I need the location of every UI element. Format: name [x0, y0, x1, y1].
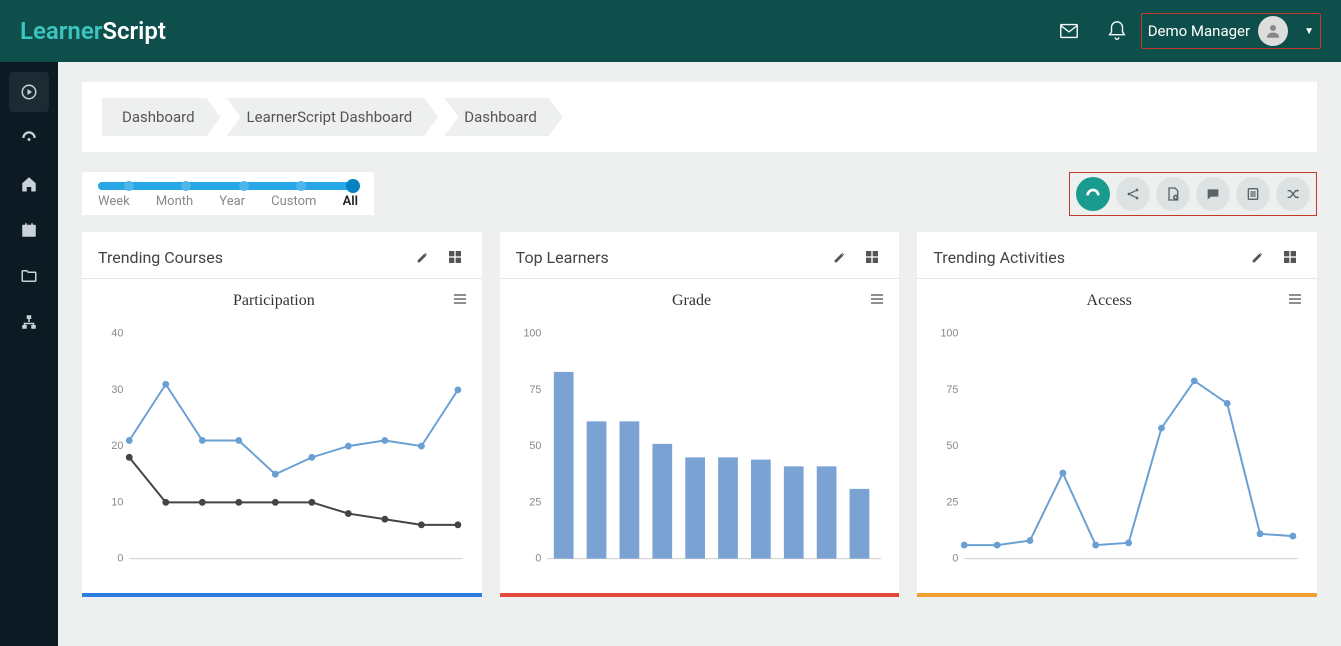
svg-text:75: 75 [947, 384, 959, 396]
bell-icon[interactable] [1101, 15, 1133, 47]
breadcrumb-item[interactable]: Dashboard [102, 98, 221, 136]
svg-text:50: 50 [947, 440, 959, 452]
widget-header: Top Learners [500, 232, 900, 279]
user-menu[interactable]: Demo Manager ▼ [1141, 13, 1321, 49]
chart-area: Participation 0 10 20 30 40 [82, 279, 482, 593]
widget: Top Learners Grade 0 25 50 75 100 [500, 232, 900, 597]
sidebar-dashboard-icon[interactable] [9, 118, 49, 158]
svg-text:100: 100 [523, 328, 541, 340]
time-option[interactable]: Month [156, 194, 193, 209]
widget-accent [82, 593, 482, 597]
breadcrumb-item[interactable]: LearnerScript Dashboard [227, 98, 439, 136]
chart-menu-icon[interactable] [1287, 291, 1303, 311]
sidebar-home-icon[interactable] [9, 164, 49, 204]
chart-menu-icon[interactable] [452, 291, 468, 311]
svg-text:50: 50 [529, 440, 541, 452]
widget-title: Trending Activities [933, 248, 1065, 267]
svg-text:100: 100 [941, 328, 959, 340]
time-option[interactable]: All [343, 194, 358, 209]
sidebar-sitemap-icon[interactable] [9, 302, 49, 342]
svg-text:0: 0 [953, 553, 959, 565]
message-icon[interactable] [1196, 177, 1230, 211]
chart: 0 25 50 75 100 [514, 321, 886, 581]
svg-text:25: 25 [529, 496, 541, 508]
top-bar: LearnerScript Demo Manager ▼ [0, 0, 1341, 62]
widget-title: Top Learners [516, 248, 609, 267]
widget: Trending Courses Participation 0 10 20 30 40 [82, 232, 482, 597]
main-content: Dashboard LearnerScript Dashboard Dashbo… [58, 62, 1341, 646]
chart-title: Access [931, 292, 1287, 310]
svg-text:25: 25 [947, 496, 959, 508]
widget-header: Trending Courses [82, 232, 482, 279]
breadcrumb: Dashboard LearnerScript Dashboard Dashbo… [102, 98, 1297, 136]
chart-title: Participation [96, 292, 452, 310]
chart: 0 10 20 30 40 [96, 321, 468, 581]
list-icon[interactable] [1236, 177, 1270, 211]
chart-area: Access 0 25 50 75 100 [917, 279, 1317, 593]
chart-menu-icon[interactable] [869, 291, 885, 311]
grid-icon[interactable] [1279, 246, 1301, 268]
avatar [1258, 16, 1288, 46]
svg-text:0: 0 [117, 553, 123, 565]
widget-accent [917, 593, 1317, 597]
svg-text:40: 40 [111, 328, 123, 340]
chart: 0 25 50 75 100 [931, 321, 1303, 581]
time-filter[interactable]: Week Month Year Custom All [82, 172, 374, 215]
add-report-icon[interactable] [1156, 177, 1190, 211]
time-option[interactable]: Custom [271, 194, 316, 209]
user-name: Demo Manager [1148, 22, 1250, 40]
action-bar [1069, 172, 1317, 216]
edit-icon[interactable] [829, 246, 851, 268]
shuffle-icon[interactable] [1276, 177, 1310, 211]
breadcrumb-card: Dashboard LearnerScript Dashboard Dashbo… [82, 82, 1317, 152]
svg-text:20: 20 [111, 440, 123, 452]
breadcrumb-item[interactable]: Dashboard [444, 98, 563, 136]
widget-title: Trending Courses [98, 248, 223, 267]
mail-icon[interactable] [1053, 15, 1085, 47]
widget: Trending Activities Access 0 25 50 75 100 [917, 232, 1317, 597]
gauge-icon[interactable] [1076, 177, 1110, 211]
svg-text:10: 10 [111, 496, 123, 508]
time-slider[interactable] [98, 182, 358, 190]
chart-title: Grade [514, 292, 870, 310]
logo[interactable]: LearnerScript [20, 17, 166, 45]
sidebar-folder-icon[interactable] [9, 256, 49, 296]
widget-header: Trending Activities [917, 232, 1317, 279]
time-option[interactable]: Year [219, 194, 245, 209]
caret-down-icon: ▼ [1304, 26, 1314, 37]
svg-text:30: 30 [111, 384, 123, 396]
grid-icon[interactable] [861, 246, 883, 268]
edit-icon[interactable] [412, 246, 434, 268]
chart-area: Grade 0 25 50 75 100 [500, 279, 900, 593]
share-icon[interactable] [1116, 177, 1150, 211]
sidebar [0, 62, 58, 646]
sidebar-calendar-icon[interactable] [9, 210, 49, 250]
time-option[interactable]: Week [98, 194, 130, 209]
grid-icon[interactable] [444, 246, 466, 268]
svg-text:75: 75 [529, 384, 541, 396]
svg-text:0: 0 [535, 553, 541, 565]
sidebar-toggle[interactable] [9, 72, 49, 112]
widget-accent [500, 593, 900, 597]
edit-icon[interactable] [1247, 246, 1269, 268]
